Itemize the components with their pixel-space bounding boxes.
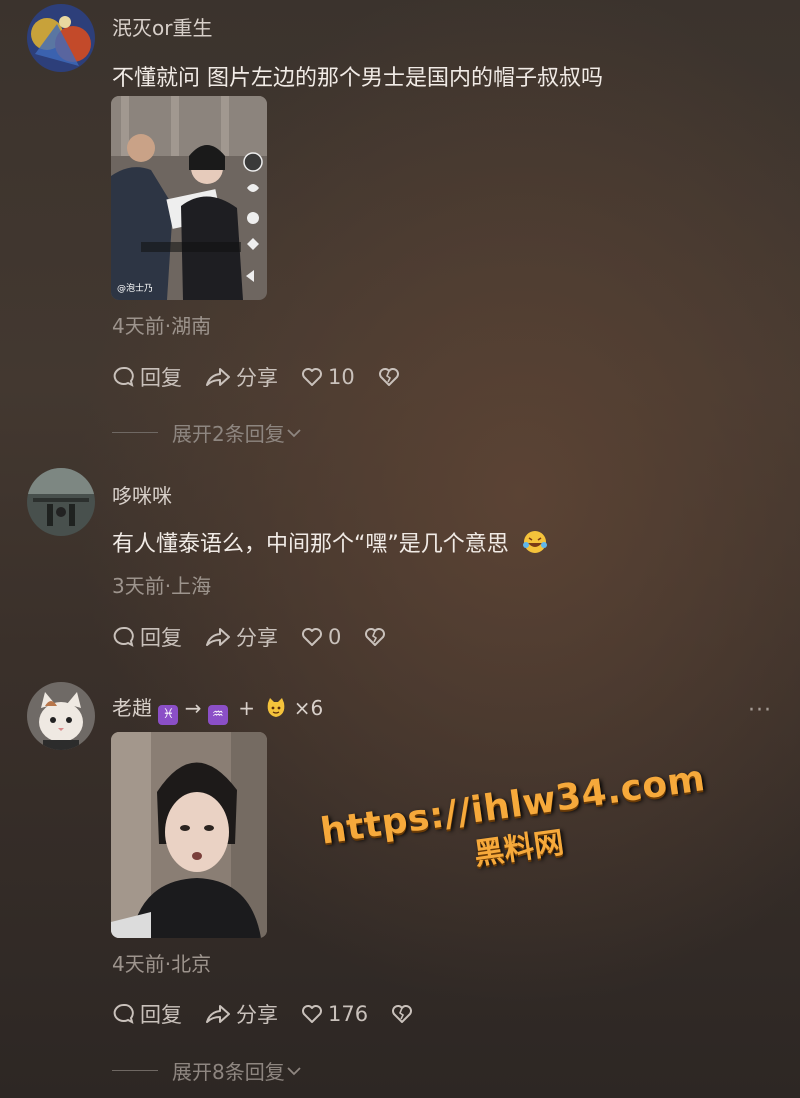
- watermark: https://ihlw34.com 黑料网: [318, 758, 714, 894]
- share-button[interactable]: 分享: [204, 999, 278, 1029]
- avatar[interactable]: [27, 682, 95, 750]
- expand-label: 展开8条回复: [172, 1060, 285, 1084]
- heart-icon: [302, 1005, 322, 1023]
- expand-label: 展开2条回复: [172, 422, 285, 446]
- comment-bubble-icon: [113, 366, 134, 387]
- expand-replies[interactable]: 展开8条回复: [112, 1056, 303, 1085]
- image-caption: @泡士乃: [117, 284, 154, 294]
- avatar[interactable]: [27, 468, 95, 536]
- share-arrow-icon: [206, 368, 230, 386]
- reply-button[interactable]: 回复: [112, 362, 182, 392]
- laugh-cry-emoji-icon: [522, 531, 547, 553]
- timestamp-location: 3天前·上海: [112, 574, 212, 598]
- more-options-button[interactable]: ···: [748, 698, 772, 723]
- broken-heart-icon: [392, 1005, 413, 1023]
- comment-text: 不懂就问 图片左边的那个男士是国内的帽子叔叔吗: [112, 66, 603, 91]
- broken-heart-icon: [365, 628, 386, 646]
- dislike-button[interactable]: [390, 1002, 418, 1026]
- like-count: 10: [328, 365, 355, 389]
- comment-text: 有人懂泰语么，中间那个“嘿”是几个意思: [112, 526, 548, 558]
- like-count: 176: [328, 1002, 369, 1026]
- share-arrow-icon: [206, 628, 230, 646]
- like-button[interactable]: 0: [300, 625, 341, 649]
- reply-label: 回复: [140, 626, 182, 650]
- comment-bubble-icon: [113, 626, 134, 647]
- heart-icon: [302, 628, 322, 646]
- share-button[interactable]: 分享: [204, 362, 278, 392]
- divider: [112, 432, 158, 433]
- cat-face-emoji-icon: [267, 698, 285, 717]
- username[interactable]: 泯灭or重生: [112, 12, 212, 41]
- share-label: 分享: [236, 366, 278, 390]
- reply-button[interactable]: 回复: [112, 999, 182, 1029]
- plus-icon: +: [238, 696, 255, 720]
- expand-replies[interactable]: 展开2条回复: [112, 418, 303, 447]
- comment-image[interactable]: [111, 732, 267, 938]
- emoji-multiplier: ×6: [293, 696, 324, 720]
- like-count: 0: [328, 625, 342, 649]
- comment-bubble-icon: [113, 1003, 134, 1024]
- comment-actions: 回复 分享 176: [112, 999, 440, 1029]
- timestamp-location: 4天前·北京: [112, 952, 212, 976]
- share-label: 分享: [236, 626, 278, 650]
- dislike-button[interactable]: [363, 625, 391, 649]
- comment-actions: 回复 分享 0: [112, 622, 413, 652]
- chevron-down-icon: [287, 1066, 301, 1075]
- share-button[interactable]: 分享: [204, 622, 278, 652]
- username-row[interactable]: 老趙 ♓ → ♒ + ×6: [112, 692, 323, 725]
- aquarius-icon: ♒: [207, 705, 228, 725]
- username: 老趙: [112, 696, 152, 720]
- comment-text-body: 有人懂泰语么，中间那个“嘿”是几个意思: [112, 532, 509, 557]
- share-arrow-icon: [206, 1005, 230, 1023]
- chevron-down-icon: [287, 428, 301, 437]
- username[interactable]: 哆咪咪: [112, 480, 172, 509]
- reply-label: 回复: [140, 366, 182, 390]
- divider: [112, 1070, 158, 1071]
- dislike-button[interactable]: [377, 365, 405, 389]
- timestamp-location: 4天前·湖南: [112, 314, 212, 338]
- like-button[interactable]: 10: [300, 365, 355, 389]
- comment-actions: 回复 分享 10: [112, 362, 427, 392]
- pisces-icon: ♓: [158, 705, 179, 725]
- comment-image[interactable]: @泡士乃: [111, 96, 267, 300]
- reply-button[interactable]: 回复: [112, 622, 182, 652]
- arrow-icon: →: [184, 696, 202, 720]
- broken-heart-icon: [378, 368, 399, 386]
- avatar[interactable]: [27, 4, 95, 72]
- heart-icon: [302, 368, 322, 386]
- reply-label: 回复: [140, 1003, 182, 1027]
- like-button[interactable]: 176: [300, 1002, 368, 1026]
- share-label: 分享: [236, 1003, 278, 1027]
